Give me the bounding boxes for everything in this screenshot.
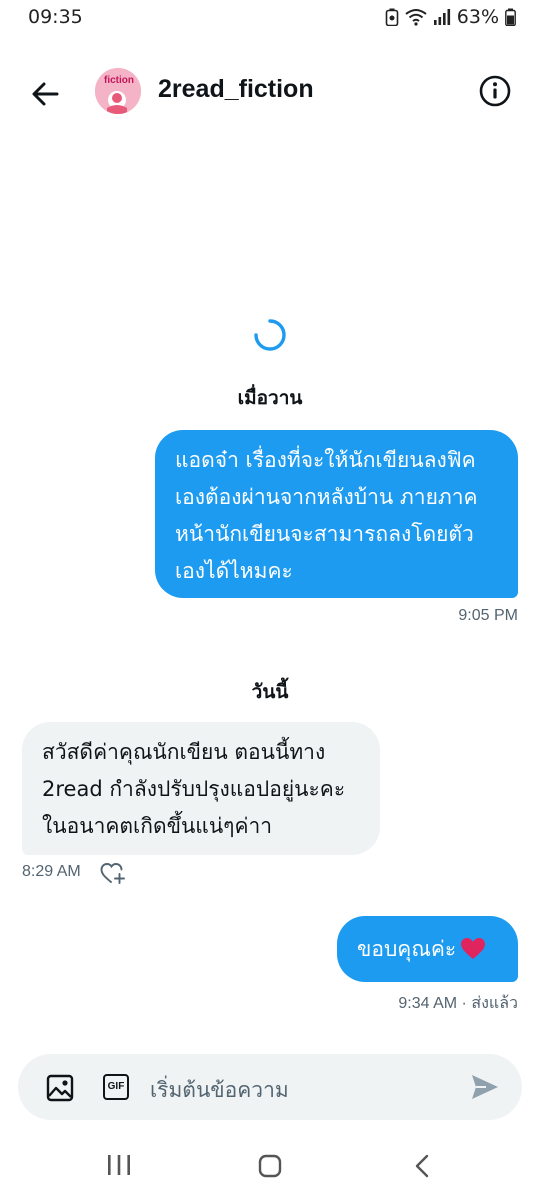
signal-icon: [433, 9, 450, 25]
message-line: 2read กำลังปรับปรุงแอปอยู่นะคะ: [42, 777, 346, 801]
message-line: เองได้ไหมคะ: [175, 559, 293, 583]
recent-apps-icon[interactable]: [107, 1154, 131, 1176]
loading-spinner-icon: [254, 319, 286, 351]
outgoing-message-bubble[interactable]: ขอบคุณค่ะ: [337, 916, 518, 982]
message-line: เองต้องผ่านจากหลังบ้าน ภายภาค: [175, 485, 478, 509]
send-icon[interactable]: [470, 1073, 500, 1101]
image-icon[interactable]: [46, 1074, 74, 1102]
battery-percent: 63%: [456, 6, 499, 28]
info-button[interactable]: [478, 74, 512, 108]
message-line: ในอนาคตเกิดขึ้นแน่ๆค่าา: [42, 814, 273, 838]
battery-icon: [505, 8, 516, 26]
message-text: ขอบคุณค่ะ: [357, 936, 457, 961]
date-separator-today: วันนี้: [251, 681, 289, 703]
gif-icon[interactable]: GIF: [103, 1074, 129, 1100]
back-nav-icon[interactable]: [412, 1154, 432, 1178]
back-arrow-icon: [32, 82, 59, 106]
message-time-status: 9:34 AM · ส่งแล้ว: [398, 995, 518, 1012]
incoming-message-bubble[interactable]: สวัสดีค่าคุณนักเขียน ตอนนี้ทาง 2read กำล…: [22, 722, 380, 855]
avatar[interactable]: fiction: [95, 68, 141, 114]
message-line: แอดจ๋า เรื่องที่จะให้นักเขียนลงฟิค: [175, 448, 476, 472]
info-icon: [479, 75, 511, 107]
message-time: 8:29 AM: [22, 863, 81, 880]
home-icon[interactable]: [258, 1154, 282, 1178]
system-navigation-bar: [0, 1130, 540, 1200]
message-line: สวัสดีค่าคุณนักเขียน ตอนนี้ทาง: [42, 740, 326, 764]
status-icons: 63%: [385, 6, 516, 28]
outgoing-message-bubble[interactable]: แอดจ๋า เรื่องที่จะให้นักเขียนลงฟิค เองต้…: [155, 430, 518, 598]
message-input[interactable]: เริ่มต้นข้อความ: [150, 1074, 289, 1107]
message-line: หน้านักเขียนจะสามารถลงโดยตัว: [175, 522, 474, 546]
back-button[interactable]: [26, 74, 66, 114]
date-separator-yesterday: เมื่อวาน: [237, 387, 303, 409]
conversation-title[interactable]: 2read_fiction: [158, 75, 314, 104]
avatar-text: fiction: [104, 75, 134, 86]
conversation-header: fiction 2read_fiction: [0, 50, 540, 134]
red-heart-emoji-icon: [461, 938, 486, 959]
message-time: 9:05 PM: [458, 607, 518, 624]
wifi-icon: [405, 9, 427, 26]
message-composer: GIF เริ่มต้นข้อความ: [18, 1054, 522, 1120]
battery-saver-icon: [385, 8, 399, 26]
status-time: 09:35: [28, 6, 83, 28]
status-bar: 09:35 63%: [0, 0, 540, 40]
add-reaction-heart-icon[interactable]: [100, 862, 126, 886]
